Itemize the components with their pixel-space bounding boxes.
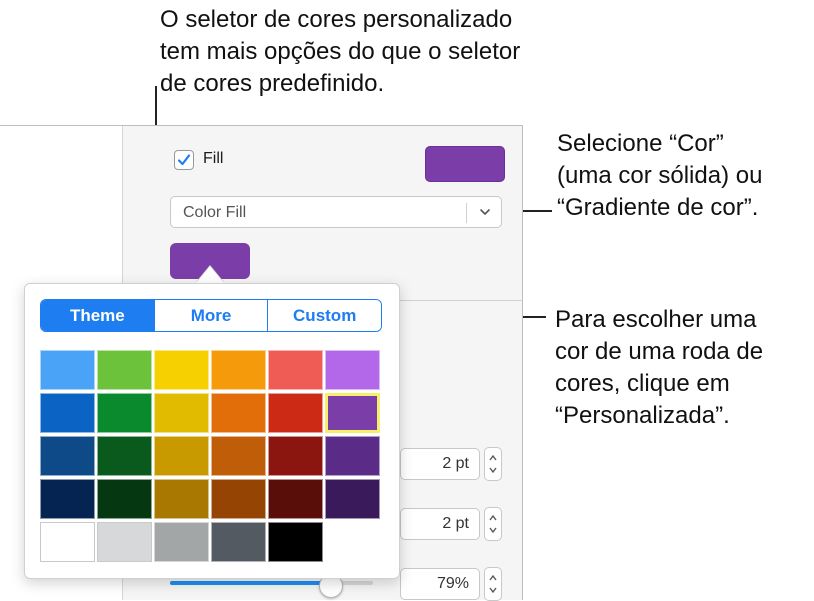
color-swatch[interactable] [97,350,152,390]
color-swatch[interactable] [97,436,152,476]
checkmark-icon [177,154,191,166]
color-palette-grid [40,350,384,564]
select-separator [466,203,467,223]
border-width-field[interactable]: 2 pt [400,448,480,480]
shadow-width-stepper[interactable] [484,507,502,541]
fill-type-value: Color Fill [183,204,247,221]
color-swatch[interactable] [211,436,266,476]
color-swatch[interactable] [154,393,209,433]
color-swatch[interactable] [97,522,152,562]
color-swatch[interactable] [268,393,323,433]
opacity-stepper[interactable] [484,567,502,601]
fill-color-well[interactable] [425,146,505,182]
color-swatch[interactable] [325,436,380,476]
callout-fill-type: Selecione “Cor” (uma cor sólida) ou “Gra… [557,130,763,221]
color-swatch[interactable] [211,522,266,562]
opacity-field[interactable]: 79% [400,568,480,600]
color-swatch[interactable] [268,436,323,476]
fill-label: Fill [203,150,224,167]
popover-arrow [196,266,224,283]
color-swatch[interactable] [268,522,323,562]
opacity-slider-fill [170,581,331,585]
callout-custom-tab: Para escolher uma cor de uma roda de cor… [555,306,764,429]
chevron-down-icon [480,209,490,215]
stepper-arrows-icon [489,574,497,594]
color-swatch[interactable] [154,522,209,562]
tab-custom[interactable]: Custom [267,300,381,331]
stepper-arrows-icon [489,514,497,534]
tab-theme[interactable]: Theme [41,300,154,331]
color-tabs: Theme More Custom [40,299,382,332]
color-swatch[interactable] [97,479,152,519]
color-swatch[interactable] [40,350,95,390]
color-swatch[interactable] [97,393,152,433]
color-swatch[interactable] [325,393,380,433]
border-width-stepper[interactable] [484,447,502,481]
color-swatch[interactable] [211,350,266,390]
callout-custom-picker: O seletor de cores personalizado tem mai… [160,6,521,97]
color-swatch[interactable] [154,350,209,390]
color-swatch[interactable] [211,393,266,433]
color-swatch[interactable] [154,479,209,519]
color-swatch[interactable] [154,436,209,476]
fill-checkbox[interactable] [174,150,194,170]
color-swatch[interactable] [40,436,95,476]
color-popover: Theme More Custom [24,283,400,579]
stepper-arrows-icon [489,454,497,474]
color-swatch[interactable] [325,350,380,390]
tab-more[interactable]: More [153,300,268,331]
color-swatch[interactable] [40,479,95,519]
fill-type-select[interactable]: Color Fill [170,196,502,228]
color-swatch[interactable] [268,350,323,390]
color-swatch[interactable] [40,522,95,562]
color-swatch[interactable] [268,479,323,519]
color-swatch[interactable] [325,479,380,519]
shadow-width-field[interactable]: 2 pt [400,508,480,540]
color-swatch[interactable] [211,479,266,519]
color-swatch[interactable] [40,393,95,433]
